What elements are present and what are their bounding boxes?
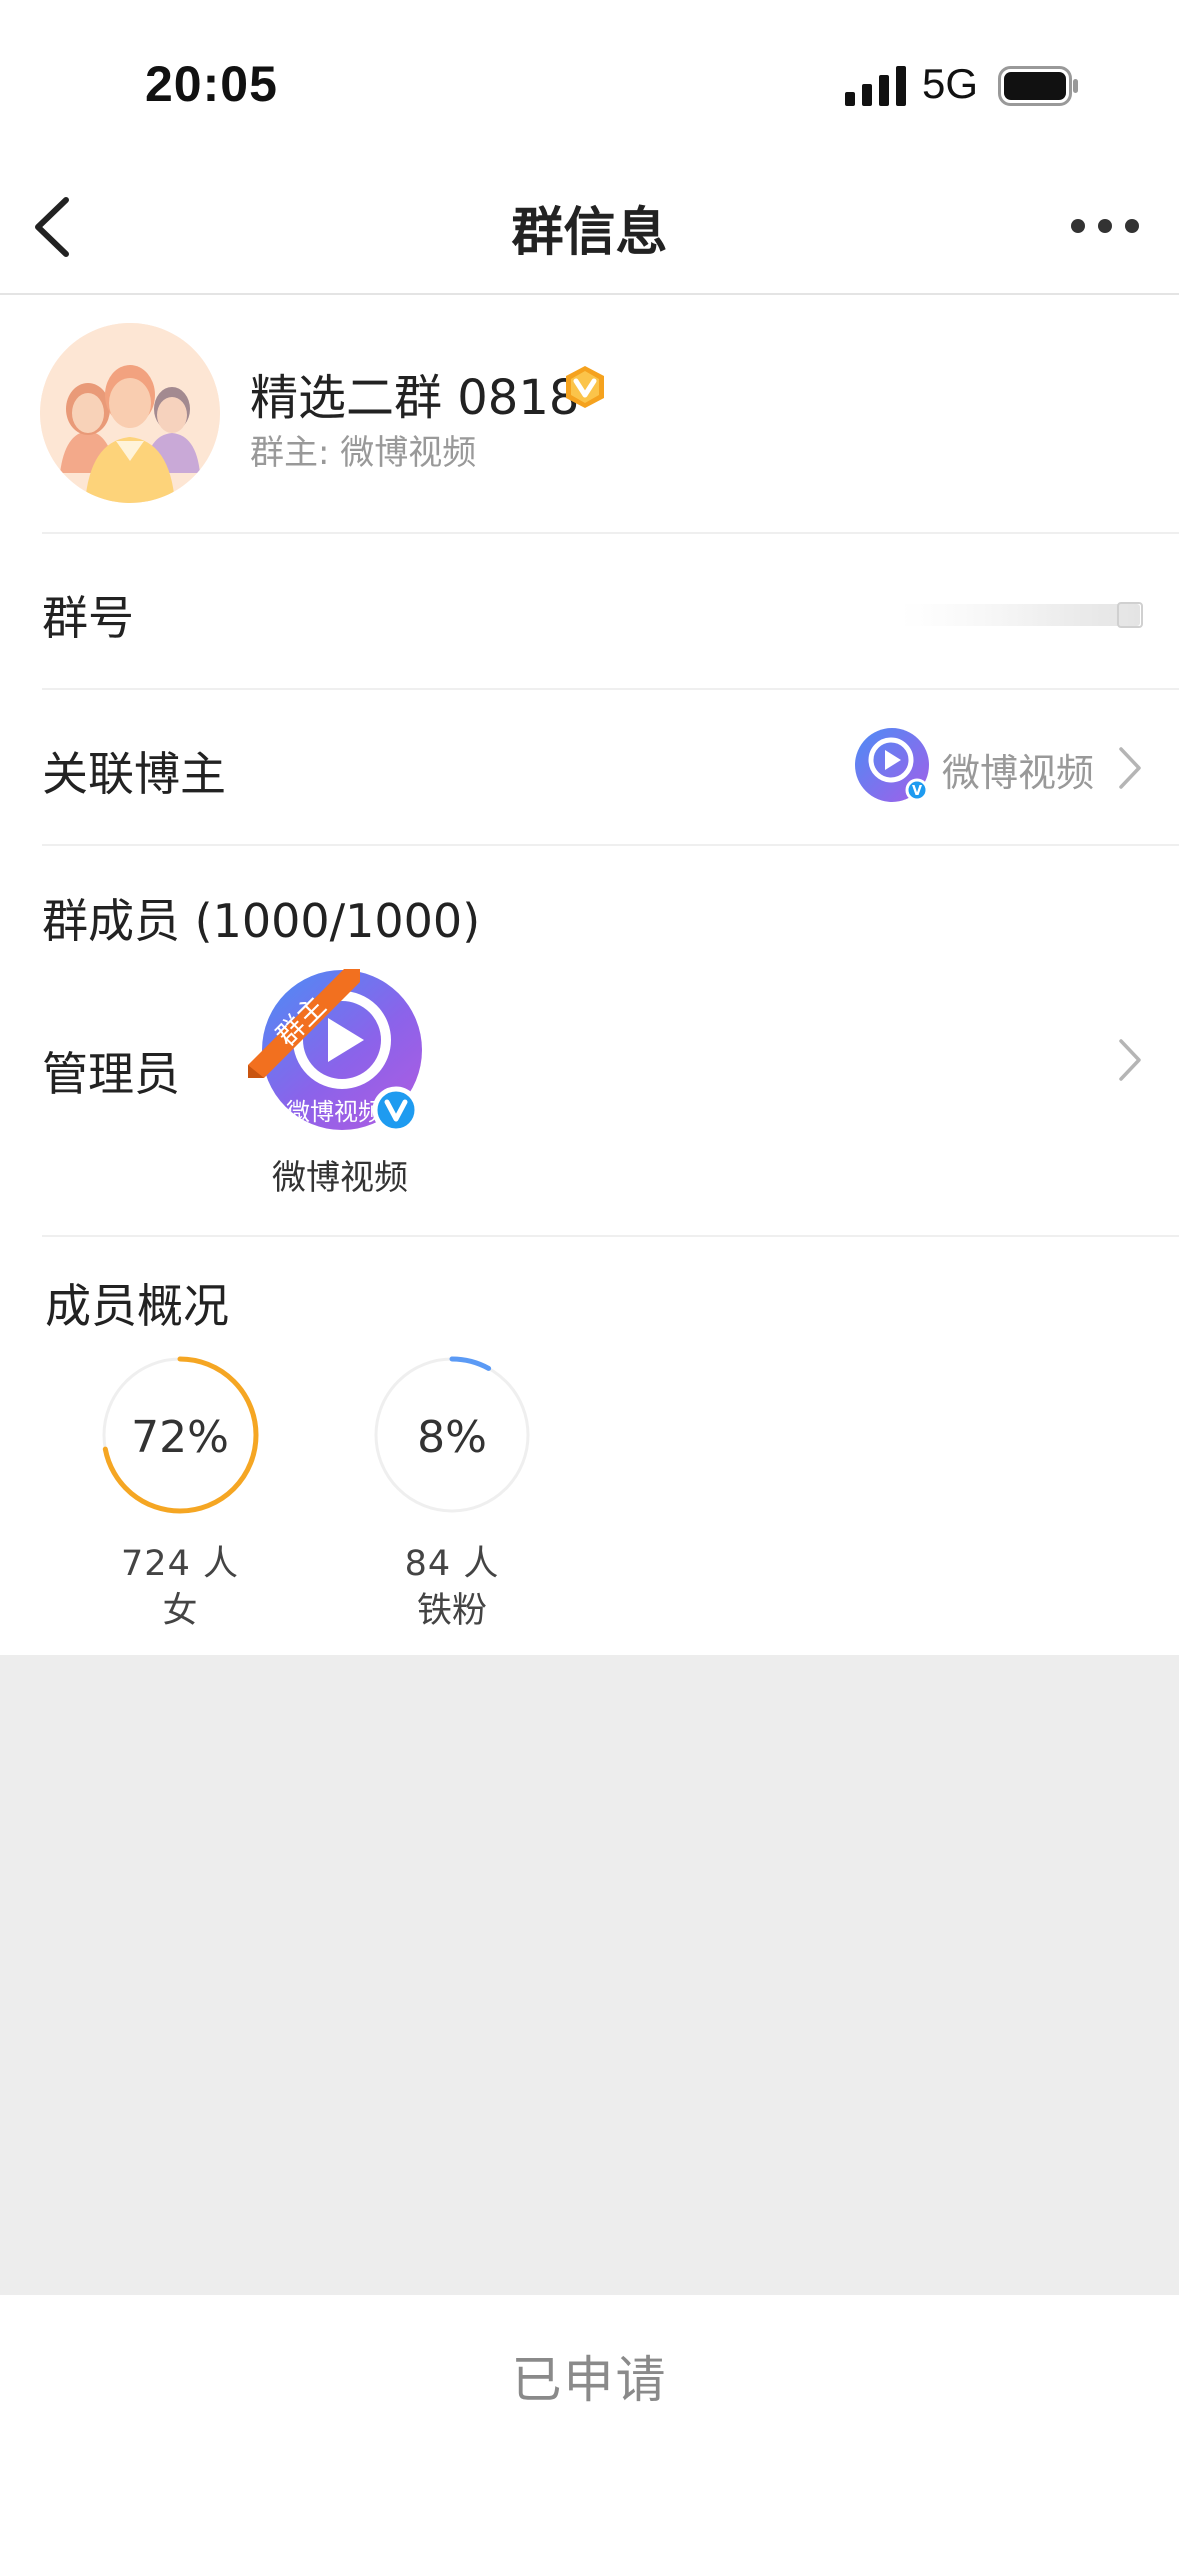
- overview-title: 成员概况: [45, 1279, 229, 1333]
- apply-button[interactable]: [0, 2295, 1179, 2556]
- admins-label: 管理员: [42, 1047, 180, 1101]
- verified-icon: [372, 1086, 420, 1138]
- divider: [42, 532, 1179, 534]
- linked-blogger-name: 微博视频: [942, 751, 1095, 795]
- owner-ribbon: 群主: [240, 950, 370, 1084]
- stat-percent-fans: 8%: [417, 1412, 487, 1463]
- more-button[interactable]: [1060, 200, 1150, 260]
- stat-count-fans: 84 人: [404, 1544, 500, 1584]
- chevron-right-icon: [1115, 743, 1145, 793]
- admin-name: 微博视频: [272, 1158, 408, 1198]
- network-label: 5G: [922, 60, 979, 107]
- stat-category-fans: 铁粉: [416, 1591, 487, 1631]
- play-logo-icon: V: [868, 737, 929, 802]
- stat-percent-female: 72%: [131, 1412, 229, 1463]
- members-label: 群成员 (1000/1000): [42, 894, 481, 948]
- apply-button-label: 已申请: [511, 2351, 668, 2409]
- group-name: 精选二群 0818: [250, 370, 580, 426]
- group-avatar[interactable]: [40, 323, 220, 503]
- divider: [42, 844, 1179, 846]
- stat-category-female: 女: [162, 1591, 198, 1631]
- stat-count-female: 724 人: [121, 1544, 239, 1584]
- linked-blogger-avatar: V: [855, 728, 929, 802]
- vip-badge-icon: [562, 364, 608, 410]
- linked-blogger-label: 关联博主: [42, 747, 226, 801]
- nav-divider: [0, 293, 1179, 295]
- group-owner: 群主: 微博视频: [250, 433, 477, 473]
- people-icon: [40, 323, 220, 503]
- svg-text:V: V: [912, 784, 922, 799]
- battery-icon: [998, 66, 1080, 110]
- group-number-label: 群号: [42, 591, 134, 645]
- group-number-value: [900, 600, 1145, 630]
- empty-area: [0, 1655, 1179, 2295]
- status-time: 20:05: [145, 56, 278, 112]
- chevron-right-icon: [1115, 1035, 1145, 1085]
- divider: [42, 1235, 1179, 1237]
- signal-icon: [845, 66, 907, 110]
- page-title: 群信息: [511, 203, 668, 263]
- more-dots-icon: [1071, 219, 1139, 233]
